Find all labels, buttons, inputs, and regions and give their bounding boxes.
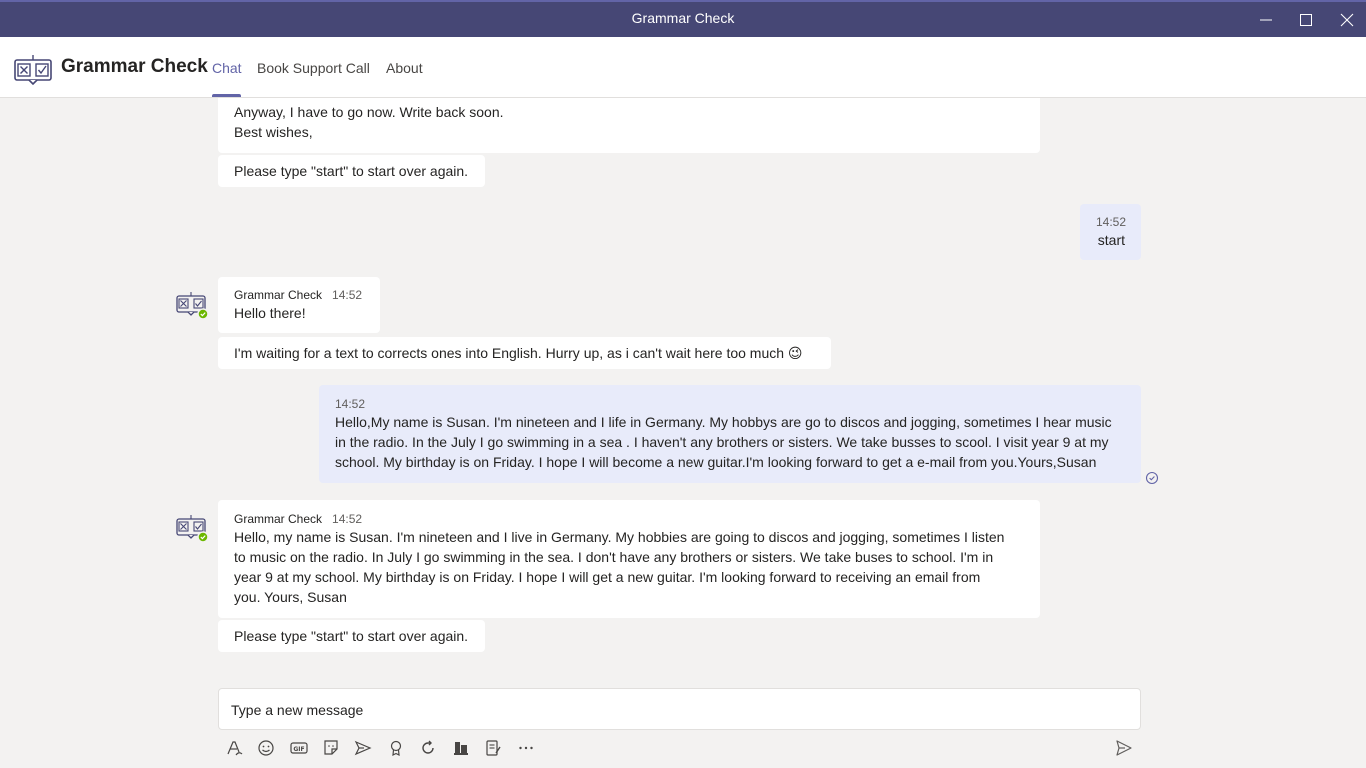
message-time: 14:52 bbox=[1096, 215, 1127, 229]
maximize-icon bbox=[1300, 14, 1312, 26]
sticker-icon bbox=[324, 740, 338, 755]
more-options-button[interactable] bbox=[516, 738, 536, 758]
message-line: Hello,My name is Susan. I'm nineteen and… bbox=[335, 414, 1112, 430]
window-title: Grammar Check bbox=[631, 10, 735, 26]
bot-message: Grammar Check 14:52 Hello there! bbox=[218, 277, 380, 333]
meet-now-icon bbox=[354, 740, 372, 756]
praise-button[interactable] bbox=[386, 738, 406, 758]
loop-icon bbox=[422, 740, 434, 754]
app-icon bbox=[454, 742, 468, 755]
format-icon bbox=[227, 741, 243, 756]
notes-icon bbox=[486, 740, 501, 756]
message-time: 14:52 bbox=[332, 288, 363, 302]
message-line: year 9 at my school. My birthday is on F… bbox=[234, 569, 981, 585]
tab-book-support-call[interactable]: Book Support Call bbox=[257, 60, 370, 76]
message-line: Anyway, I have to go now. Write back soo… bbox=[234, 104, 504, 120]
my-message: 14:52 Hello,My name is Susan. I'm ninete… bbox=[319, 385, 1141, 483]
message-time: 14:52 bbox=[332, 512, 363, 526]
message-line: to music on the radio. In July I go swim… bbox=[234, 549, 994, 565]
title-bar: Grammar Check bbox=[0, 0, 1366, 37]
emoji-button[interactable] bbox=[256, 738, 276, 758]
message-line: Best wishes, bbox=[234, 124, 313, 140]
message-line: Hello, my name is Susan. I'm nineteen an… bbox=[234, 529, 1005, 545]
gif-button[interactable]: GIF bbox=[289, 738, 309, 758]
message-line: you. Yours, Susan bbox=[234, 589, 347, 605]
message-line: in the radio. In the July I go swimming … bbox=[335, 434, 1109, 450]
close-button[interactable] bbox=[1324, 5, 1366, 35]
send-button[interactable] bbox=[1114, 738, 1134, 758]
bot-avatar-icon bbox=[176, 292, 209, 320]
sender-name: Grammar Check bbox=[234, 512, 323, 526]
bot-message: I'm waiting for a text to corrects ones … bbox=[218, 337, 831, 369]
bot-message: Please type "start" to start over again. bbox=[218, 620, 485, 652]
more-options-icon bbox=[519, 746, 533, 750]
notes-button[interactable] bbox=[483, 738, 503, 758]
bot-message: Grammar Check 14:52 Hello, my name is Sus… bbox=[218, 500, 1040, 618]
message-text: Please type "start" to start over again. bbox=[234, 628, 469, 644]
message-text: Please type "start" to start over again. bbox=[234, 163, 469, 179]
svg-text:GIF: GIF bbox=[293, 746, 304, 753]
minimize-icon bbox=[1260, 19, 1272, 21]
close-icon bbox=[1340, 13, 1354, 27]
sticker-button[interactable] bbox=[321, 738, 341, 758]
message-text: Hello there! bbox=[234, 305, 306, 321]
bot-avatar-icon bbox=[176, 515, 209, 543]
message-text: start bbox=[1097, 232, 1125, 248]
send-icon bbox=[1116, 740, 1132, 756]
meet-now-button[interactable] bbox=[353, 738, 373, 758]
gif-icon: GIF bbox=[290, 742, 308, 754]
seen-icon bbox=[1145, 471, 1159, 485]
message-text: I'm waiting for a text to corrects ones … bbox=[234, 345, 803, 361]
bot-message: Anyway, I have to go now. Write back soo… bbox=[218, 98, 1040, 153]
active-tab-indicator bbox=[212, 94, 241, 97]
message-line: school. My birthday is on Friday. I hope… bbox=[335, 454, 1097, 470]
my-message: 14:52 start bbox=[1080, 204, 1141, 260]
app-header: Grammar Check Chat Book Support Call Abo… bbox=[0, 37, 1366, 98]
message-input-placeholder: Type a new message bbox=[231, 702, 364, 718]
format-button[interactable] bbox=[224, 738, 244, 758]
sender-name: Grammar Check bbox=[234, 288, 323, 302]
chat-pane[interactable]: Anyway, I have to go now. Write back soo… bbox=[0, 98, 1366, 678]
tab-about[interactable]: About bbox=[386, 60, 423, 76]
message-time: 14:52 bbox=[335, 397, 366, 411]
loop-button[interactable] bbox=[418, 738, 438, 758]
grammar-check-logo-icon bbox=[14, 55, 52, 85]
app-button[interactable] bbox=[451, 738, 471, 758]
tab-chat[interactable]: Chat bbox=[212, 60, 242, 76]
app-name: Grammar Check bbox=[61, 56, 208, 77]
message-input[interactable]: Type a new message bbox=[218, 688, 1141, 730]
emoji-icon bbox=[258, 740, 274, 756]
maximize-button[interactable] bbox=[1283, 5, 1329, 35]
praise-icon bbox=[390, 740, 402, 757]
bot-message: Please type "start" to start over again. bbox=[218, 155, 485, 187]
